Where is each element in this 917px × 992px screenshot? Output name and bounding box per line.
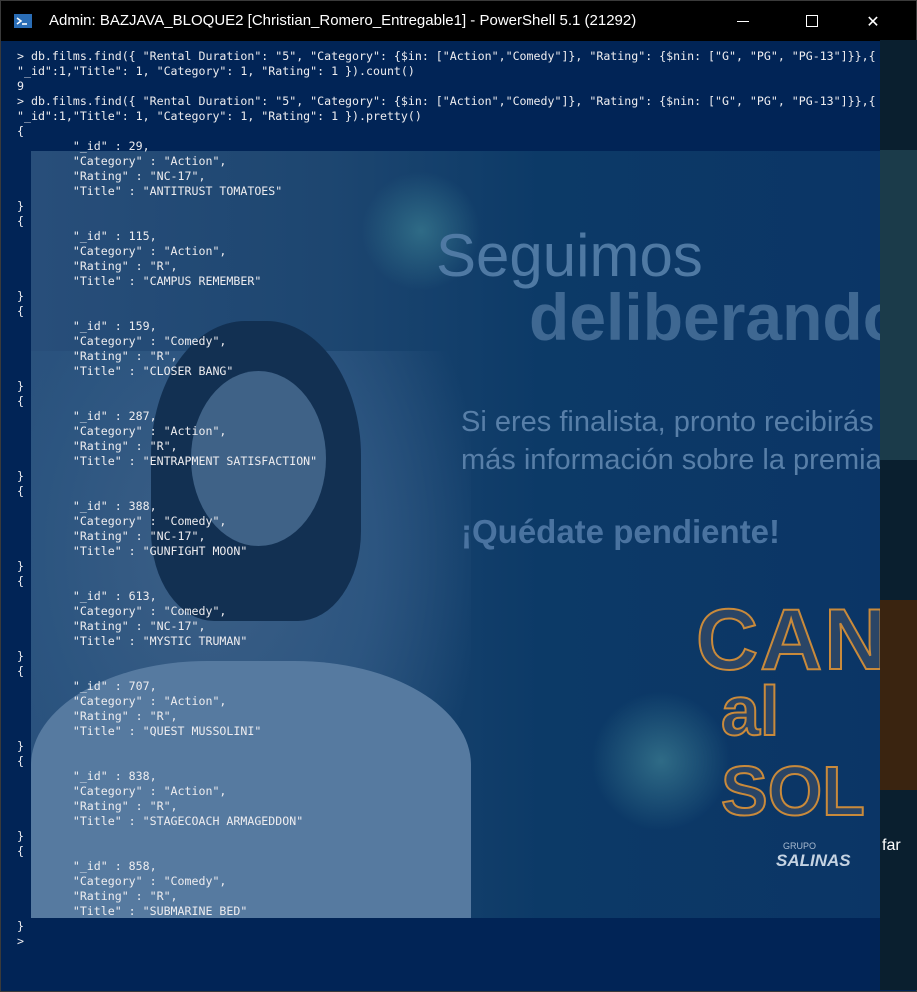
console-line: {: [17, 574, 24, 588]
console-line: "_id" : 159,: [17, 319, 157, 333]
desktop-background-edge: far: [880, 40, 917, 990]
console-line: >: [17, 934, 24, 948]
console-line: "_id" : 115,: [17, 229, 157, 243]
console-line: "Title" : "CAMPUS REMEMBER": [17, 274, 262, 288]
console-line: "Title" : "SUBMARINE BED": [17, 904, 248, 918]
console-line: {: [17, 844, 24, 858]
console-line: "Rating" : "NC-17",: [17, 169, 206, 183]
console-line: "Rating" : "R",: [17, 889, 178, 903]
title-bar[interactable]: Admin: BAZJAVA_BLOQUE2 [Christian_Romero…: [1, 1, 916, 41]
console-line: "Title" : "MYSTIC TRUMAN": [17, 634, 248, 648]
console-line: "Rating" : "R",: [17, 799, 178, 813]
console-line: }: [17, 919, 24, 933]
console-line: "Category" : "Comedy",: [17, 334, 227, 348]
terminal-output[interactable]: > db.films.find({ "Rental Duration": "5"…: [17, 49, 876, 949]
console-line: "Rating" : "NC-17",: [17, 529, 206, 543]
console-line: {: [17, 754, 24, 768]
minimize-icon: [737, 20, 749, 22]
console-line: "_id" : 388,: [17, 499, 157, 513]
console-line: "_id" : 838,: [17, 769, 157, 783]
close-button[interactable]: ✕: [844, 1, 902, 41]
console-line: "Title" : "CLOSER BANG": [17, 364, 234, 378]
console-line: "Category" : "Comedy",: [17, 874, 227, 888]
console-line: "_id" : 287,: [17, 409, 157, 423]
console-line: "Category" : "Comedy",: [17, 604, 227, 618]
console-line: > db.films.find({ "Rental Duration": "5"…: [17, 49, 876, 63]
console-line: "Title" : "STAGECOACH ARMAGEDDON": [17, 814, 304, 828]
console-line: "Category" : "Comedy",: [17, 514, 227, 528]
maximize-button[interactable]: [783, 1, 841, 41]
console-line: "Title" : "QUEST MUSSOLINI": [17, 724, 262, 738]
console-line: "_id" : 707,: [17, 679, 157, 693]
console-line: {: [17, 664, 24, 678]
console-line: "_id" : 29,: [17, 139, 150, 153]
console-line: {: [17, 484, 24, 498]
console-line: "Title" : "GUNFIGHT MOON": [17, 544, 248, 558]
console-line: }: [17, 199, 24, 213]
desktop-bg-logo-block: [880, 600, 917, 790]
console-line: }: [17, 739, 24, 753]
window-title: Admin: BAZJAVA_BLOQUE2 [Christian_Romero…: [49, 12, 637, 29]
console-line: "Rating" : "R",: [17, 439, 178, 453]
console-line: "Rating" : "R",: [17, 709, 178, 723]
console-line: "_id":1,"Title": 1, "Category": 1, "Rati…: [17, 109, 422, 123]
close-icon: ✕: [866, 11, 880, 31]
console-line: "Title" : "ANTITRUST TOMATOES": [17, 184, 283, 198]
minimize-button[interactable]: [714, 1, 772, 41]
console-line: "Category" : "Action",: [17, 244, 227, 258]
console-line: "Rating" : "R",: [17, 259, 178, 273]
console-line: 9: [17, 79, 24, 93]
console-line: }: [17, 559, 24, 573]
console-line: }: [17, 829, 24, 843]
console-line: {: [17, 124, 24, 138]
maximize-icon: [806, 15, 818, 27]
console-line: "Category" : "Action",: [17, 694, 227, 708]
console-line: "Category" : "Action",: [17, 424, 227, 438]
desktop-bg-block: [880, 150, 917, 460]
console-line: "Category" : "Action",: [17, 784, 227, 798]
console-line: }: [17, 469, 24, 483]
console-line: "_id" : 858,: [17, 859, 157, 873]
console-line: {: [17, 304, 24, 318]
console-line: }: [17, 289, 24, 303]
console-line: {: [17, 394, 24, 408]
console-line: "Rating" : "R",: [17, 349, 178, 363]
console-line: "_id":1,"Title": 1, "Category": 1, "Rati…: [17, 64, 415, 78]
console-line: "Rating" : "NC-17",: [17, 619, 206, 633]
console-line: > db.films.find({ "Rental Duration": "5"…: [17, 94, 876, 108]
console-line: "Category" : "Action",: [17, 154, 227, 168]
console-area[interactable]: Seguimos deliberando Si eres finalista, …: [1, 41, 881, 981]
powershell-icon[interactable]: [13, 11, 33, 31]
powershell-window: Admin: BAZJAVA_BLOQUE2 [Christian_Romero…: [0, 0, 917, 992]
console-line: {: [17, 214, 24, 228]
desktop-edge-text: far: [882, 837, 901, 854]
console-line: "_id" : 613,: [17, 589, 157, 603]
console-line: }: [17, 649, 24, 663]
console-line: }: [17, 379, 24, 393]
console-line: "Title" : "ENTRAPMENT SATISFACTION": [17, 454, 318, 468]
